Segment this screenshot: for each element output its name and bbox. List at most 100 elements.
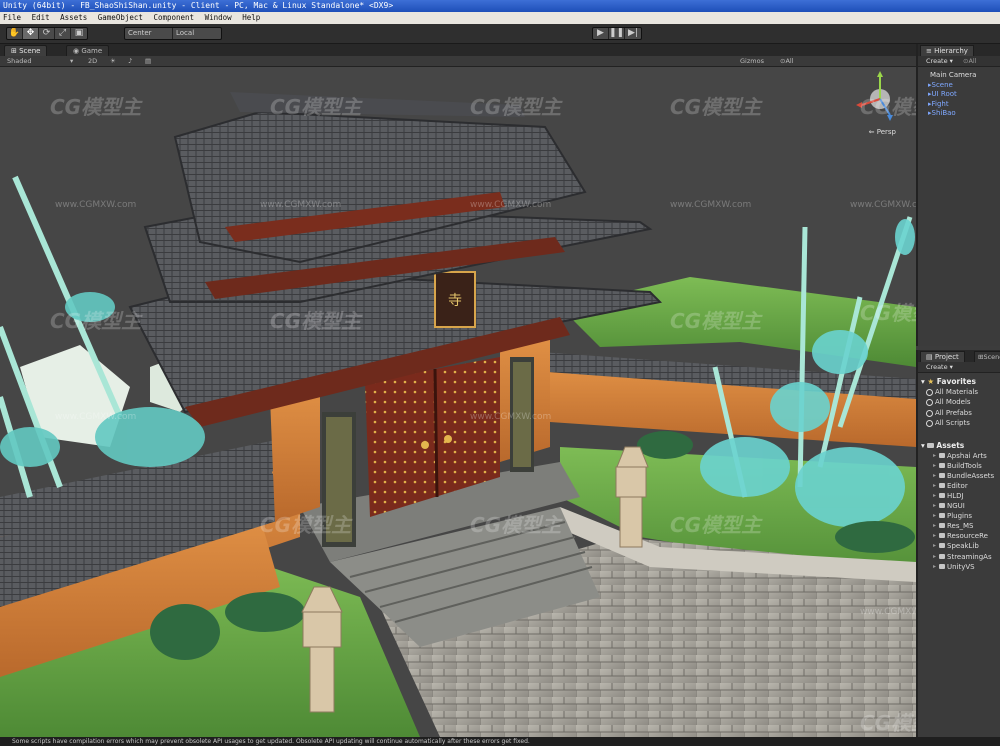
project-toolbar: Create ▾ (918, 362, 1000, 373)
favorite-item[interactable]: All Models (918, 397, 1000, 407)
watermark-url: www.CGMXW.com (470, 200, 552, 210)
favorite-item[interactable]: All Prefabs (918, 408, 1000, 418)
hierarchy-item[interactable]: ▸Fight (918, 100, 1000, 110)
persp-label[interactable]: ⇐ Persp (869, 128, 896, 136)
asset-folder[interactable]: UnityVS (918, 562, 1000, 572)
watermark-url: www.CGMXW.com (470, 412, 552, 422)
watermark-url: www.CGMXW.com (850, 200, 916, 210)
scene-tab-icon: ⊞ (11, 47, 20, 55)
hierarchy-item[interactable]: Main Camera (918, 71, 1000, 81)
watermark-url: www.CGMXW.com (55, 412, 137, 422)
tab-scene-secondary[interactable]: ⊞Scene (974, 351, 1000, 362)
menu-window[interactable]: Window (205, 13, 232, 22)
watermark-logo: CG模型主 (670, 513, 762, 537)
hierarchy-item[interactable]: ▸ShiBao (918, 109, 1000, 119)
main-toolbar: ✋ ✥ ⟳ ⤢ ▣ Center Local ▶ ❚❚ ▶| (0, 24, 1000, 44)
play-button[interactable]: ▶ (593, 28, 609, 39)
hierarchy-tab-strip: ≡ Hierarchy (918, 44, 1000, 56)
favorite-item[interactable]: All Scripts (918, 418, 1000, 428)
star-icon: ★ (927, 377, 935, 386)
svg-text:寺: 寺 (448, 293, 462, 309)
hierarchy-item[interactable]: ▸UI Root (918, 90, 1000, 100)
watermark-url: www.CGMXW.com (670, 200, 752, 210)
move-tool-icon[interactable]: ✥ (23, 28, 39, 39)
project-create-button[interactable]: Create ▾ (926, 363, 953, 371)
rotate-tool-icon[interactable]: ⟳ (39, 28, 55, 39)
watermark-url: www.CGMXW.com (55, 200, 137, 210)
gizmos-dropdown[interactable]: Gizmos (740, 56, 764, 67)
favorites-header[interactable]: ▾ ★ Favorites (918, 376, 1000, 387)
menu-component[interactable]: Component (153, 13, 194, 22)
tab-scene[interactable]: ⊞ Scene (4, 45, 48, 56)
asset-folder[interactable]: HLDJ (918, 491, 1000, 501)
hierarchy-search-input[interactable]: ⊙All (963, 57, 977, 65)
asset-folder[interactable]: BundleAssets (918, 471, 1000, 481)
menu-gameobject[interactable]: GameObject (98, 13, 143, 22)
shading-mode-dropdown[interactable]: Shaded (7, 56, 31, 67)
hierarchy-tab-icon: ≡ (926, 47, 935, 55)
hierarchy-create-button[interactable]: Create ▾ (926, 57, 953, 65)
project-tab-strip: ▤ Project ⊞Scene (918, 350, 1000, 362)
menu-bar: File Edit Assets GameObject Component Wi… (0, 12, 1000, 24)
tab-scene-label: Scene (19, 47, 41, 55)
watermark-logo: CG模型主 (860, 95, 916, 119)
asset-folder[interactable]: Plugins (918, 511, 1000, 521)
lighting-toggle-icon[interactable]: ☀ (110, 56, 116, 67)
watermark-logo: CG模型主 (470, 95, 562, 119)
effects-toggle-icon[interactable]: ▤ (145, 56, 151, 67)
rect-tool-icon[interactable]: ▣ (71, 28, 87, 39)
tab-game[interactable]: ◉ Game (66, 45, 110, 56)
asset-folder[interactable]: SpeakLib (918, 541, 1000, 551)
asset-folder[interactable]: ResourceRe (918, 531, 1000, 541)
hierarchy-item-label: Fight (931, 99, 949, 108)
menu-assets[interactable]: Assets (60, 13, 87, 22)
status-message: Some scripts have compilation errors whi… (12, 738, 530, 745)
hierarchy-item-label: UI Root (931, 90, 957, 98)
asset-folder[interactable]: BuildTools (918, 461, 1000, 471)
window-title-bar: Unity (64bit) - FB_ShaoShiShan.unity - C… (0, 0, 1000, 12)
hand-tool-icon[interactable]: ✋ (7, 28, 23, 39)
scene-viewport[interactable]: 寺 CG模型主 CG模型主 CG模型主 CG模型主 CG模 www.CGMXW.… (0, 67, 916, 737)
watermark-logo: CG模型主 (470, 513, 562, 537)
pivot-toggles: Center Local (124, 27, 222, 40)
scene-tab-strip: ⊞ Scene ◉ Game (0, 44, 916, 56)
assets-header[interactable]: ▾ Assets (918, 440, 1000, 451)
tab-scene-secondary-label: Scene (983, 353, 1000, 361)
mode-2d-toggle[interactable]: 2D (88, 56, 97, 67)
watermark-logo: CG模型主 (270, 95, 362, 119)
window-title: Unity (64bit) - FB_ShaoShiShan.unity - C… (3, 1, 394, 10)
scene-view-controls: Shaded ▾ 2D ☀ ♪ ▤ Gizmos ⊙All (0, 56, 916, 67)
favorites-title: Favorites (936, 377, 976, 386)
hierarchy-panel: ≡ Hierarchy Create ▾ ⊙All Main Camera ▸S… (916, 44, 1000, 346)
watermark-url: www.CGMXW.com (260, 200, 342, 210)
tab-game-label: Game (81, 47, 103, 55)
asset-folder[interactable]: NGUI (918, 501, 1000, 511)
hierarchy-item-label: ShiBao (931, 109, 956, 117)
asset-folder[interactable]: Apshai Arts (918, 451, 1000, 461)
scale-tool-icon[interactable]: ⤢ (55, 28, 71, 39)
tab-hierarchy[interactable]: ≡ Hierarchy (920, 45, 974, 56)
watermark-url: www.CGMXW.com (860, 607, 916, 617)
hierarchy-toolbar: Create ▾ ⊙All (918, 56, 1000, 67)
play-controls: ▶ ❚❚ ▶| (592, 27, 642, 40)
favorite-item[interactable]: All Materials (918, 387, 1000, 397)
pivot-center-button[interactable]: Center (125, 28, 173, 39)
menu-edit[interactable]: Edit (32, 13, 50, 22)
console-status-bar[interactable]: Some scripts have compilation errors whi… (0, 737, 1000, 746)
tab-project[interactable]: ▤ Project (920, 351, 965, 362)
menu-help[interactable]: Help (242, 13, 260, 22)
pivot-local-button[interactable]: Local (173, 28, 221, 39)
asset-folder[interactable]: StreamingAs (918, 552, 1000, 562)
shading-mode-arrow-icon[interactable]: ▾ (70, 56, 73, 67)
transform-tools: ✋ ✥ ⟳ ⤢ ▣ (6, 27, 88, 40)
step-button[interactable]: ▶| (625, 28, 641, 39)
menu-file[interactable]: File (3, 13, 21, 22)
pause-button[interactable]: ❚❚ (609, 28, 625, 39)
watermark-logo: CG模型主 (50, 95, 142, 119)
scene-search-input[interactable]: ⊙All (780, 56, 794, 67)
audio-toggle-icon[interactable]: ♪ (128, 56, 132, 67)
folder-icon (927, 443, 935, 449)
hierarchy-item[interactable]: ▸Scene (918, 81, 1000, 91)
asset-folder[interactable]: Editor (918, 481, 1000, 491)
asset-folder[interactable]: Res_MS (918, 521, 1000, 531)
